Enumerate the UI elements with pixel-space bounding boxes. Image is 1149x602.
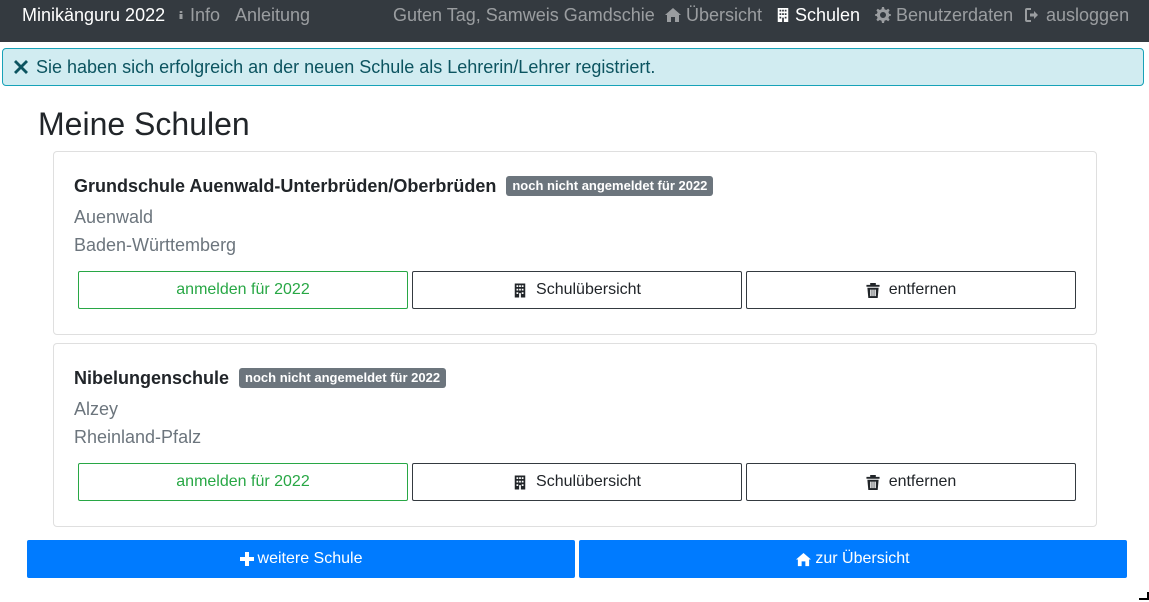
remove-button[interactable]: entfernen xyxy=(746,463,1076,501)
success-alert: Sie haben sich erfolgreich an der neuen … xyxy=(2,48,1144,86)
alert-message: Sie haben sich erfolgreich an der neuen … xyxy=(36,56,656,77)
page-title: Meine Schulen xyxy=(38,106,250,142)
nav-schulen-label: Schulen xyxy=(795,5,861,25)
nav-uebersicht-label: Übersicht xyxy=(686,5,763,25)
school-overview-button[interactable]: Schulübersicht xyxy=(412,271,742,309)
school-card: Grundschule Auenwald-Unterbrüden/Oberbrü… xyxy=(53,151,1097,335)
resize-handle xyxy=(1139,592,1149,600)
home-icon xyxy=(665,8,681,22)
top-navbar: Minikänguru 2022 Info Anleitung Guten Ta… xyxy=(0,0,1149,42)
school-card: Nibelungenschule noch nicht angemeldet f… xyxy=(53,343,1097,527)
trash-icon xyxy=(866,474,880,490)
school-name: Grundschule Auenwald-Unterbrüden/Oberbrü… xyxy=(74,175,497,196)
status-badge: noch nicht angemeldet für 2022 xyxy=(506,176,714,196)
gear-icon xyxy=(875,7,891,23)
add-school-label: weitere Schule xyxy=(257,550,363,567)
school-overview-button[interactable]: Schulübersicht xyxy=(412,463,742,501)
nav-schulen[interactable]: Schulen xyxy=(776,4,860,26)
remove-button[interactable]: entfernen xyxy=(746,271,1076,309)
close-icon[interactable] xyxy=(14,60,28,74)
building-icon xyxy=(777,8,789,22)
school-name: Nibelungenschule xyxy=(74,367,230,388)
remove-label: entfernen xyxy=(888,473,957,490)
nav-ausloggen[interactable]: ausloggen xyxy=(1025,4,1129,26)
school-state: Baden-Württemberg xyxy=(74,235,237,255)
school-actions: anmelden für 2022 Schulübersicht entfern… xyxy=(78,463,1076,501)
nav-benutzerdaten-label: Benutzerdaten xyxy=(896,5,1014,25)
school-actions: anmelden für 2022 Schulübersicht entfern… xyxy=(78,271,1076,309)
to-overview-button[interactable]: zur Übersicht xyxy=(579,540,1127,578)
school-overview-label: Schulübersicht xyxy=(536,473,641,490)
school-overview-label: Schulübersicht xyxy=(536,281,641,298)
school-state: Rheinland-Pfalz xyxy=(74,427,202,447)
nav-ausloggen-label: ausloggen xyxy=(1046,5,1130,25)
greeting-text: Guten Tag, Samweis Gamdschie xyxy=(393,5,655,25)
status-badge: noch nicht angemeldet für 2022 xyxy=(239,368,447,388)
to-overview-label: zur Übersicht xyxy=(815,550,910,567)
school-city: Auenwald xyxy=(74,207,154,227)
remove-label: entfernen xyxy=(888,281,957,298)
nav-info-label: Info xyxy=(190,5,221,25)
trash-icon xyxy=(866,282,880,298)
nav-uebersicht[interactable]: Übersicht xyxy=(665,4,762,26)
logout-icon xyxy=(1025,8,1038,22)
nav-benutzerdaten[interactable]: Benutzerdaten xyxy=(875,4,1013,26)
school-card-header: Nibelungenschule noch nicht angemeldet f… xyxy=(74,367,447,389)
nav-info[interactable]: Info xyxy=(177,4,220,26)
building-icon xyxy=(514,283,526,297)
register-button[interactable]: anmelden für 2022 xyxy=(78,271,408,309)
register-button[interactable]: anmelden für 2022 xyxy=(78,463,408,501)
info-icon xyxy=(179,11,183,19)
home-icon xyxy=(796,552,812,566)
brand-link[interactable]: Minikänguru 2022 xyxy=(22,4,165,26)
add-school-button[interactable]: weitere Schule xyxy=(27,540,575,578)
building-icon xyxy=(514,475,526,489)
plus-icon xyxy=(239,552,254,566)
school-card-header: Grundschule Auenwald-Unterbrüden/Oberbrü… xyxy=(74,175,714,197)
school-city: Alzey xyxy=(74,399,119,419)
nav-anleitung[interactable]: Anleitung xyxy=(235,4,310,26)
